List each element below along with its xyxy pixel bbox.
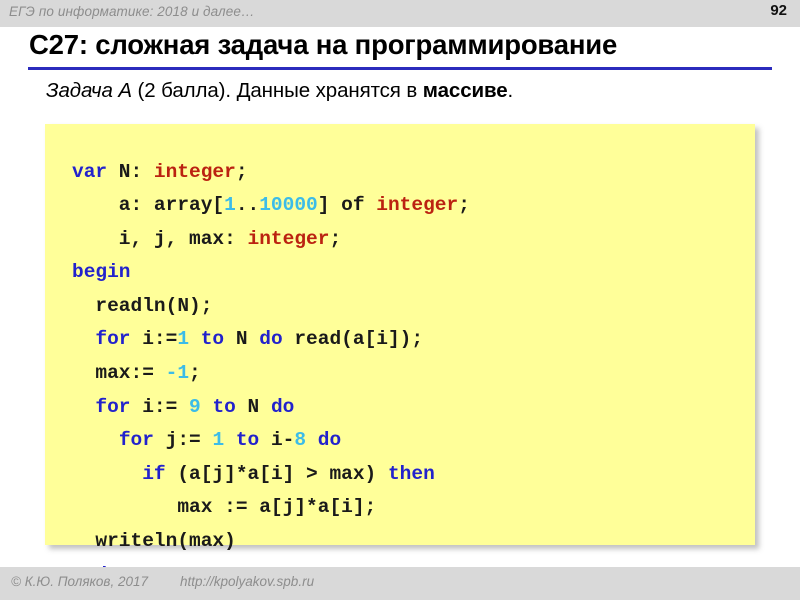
- code-token: j:=: [153, 429, 213, 452]
- code-token: 9: [189, 395, 201, 418]
- code-token: 8: [294, 429, 307, 452]
- code-token: a: array[: [72, 194, 225, 217]
- code-token: -1: [165, 362, 190, 385]
- code-token: integer: [153, 160, 236, 183]
- code-token: N: [235, 395, 271, 418]
- code-token: to: [200, 328, 225, 351]
- course-title: ЕГЭ по информатике: 2018 и далее…: [9, 4, 255, 19]
- code-line: a: array[1..10000] of integer;: [72, 194, 470, 216]
- code-line: begin: [72, 261, 131, 283]
- code-token: var: [72, 160, 108, 183]
- code-token: ;: [458, 194, 470, 217]
- code-token: for: [95, 328, 131, 351]
- code-line: writeln(max): [72, 530, 236, 553]
- code-line: if (a[j]*a[i] > max) then: [72, 463, 435, 485]
- code-listing: var N: integer; a: array[1..10000] of in…: [72, 156, 751, 593]
- page-title: C27: сложная задача на программирование: [29, 29, 618, 60]
- code-token: N: [224, 328, 260, 351]
- code-token: do: [259, 328, 283, 351]
- code-token: N:: [107, 160, 154, 183]
- code-token: then: [387, 462, 435, 485]
- task-subtitle: Задача A (2 балла). Данные хранятся в ма…: [46, 79, 513, 103]
- code-line: for i:=1 to N do read(a[i]);: [72, 328, 423, 350]
- code-panel: var N: integer; a: array[1..10000] of in…: [45, 124, 755, 586]
- task-points-text: (2 балла). Данные хранятся в: [131, 79, 423, 102]
- code-token: i:=: [130, 328, 178, 351]
- code-token: writeln(max): [72, 530, 236, 553]
- code-token: for: [118, 429, 154, 452]
- code-token: 1: [224, 194, 236, 217]
- code-token: ;: [189, 362, 201, 385]
- code-line: var N: integer;: [72, 161, 248, 183]
- code-token: do: [317, 429, 342, 452]
- code-token: integer: [376, 194, 459, 217]
- footer-bar: © К.Ю. Поляков, 2017 http://kpolyakov.sp…: [0, 567, 800, 600]
- title-divider: [28, 67, 772, 70]
- code-token: ] of: [317, 194, 377, 217]
- code-token: if: [142, 462, 166, 485]
- task-subtitle-tail: .: [507, 79, 514, 102]
- code-token: for: [95, 395, 131, 418]
- task-label: Задача A: [46, 79, 132, 102]
- code-token: (a[j]*a[i] > max): [165, 462, 388, 485]
- code-token: max := a[j]*a[i];: [72, 496, 377, 519]
- code-token: ..: [235, 194, 260, 217]
- code-line: readln(N);: [72, 295, 212, 317]
- code-line: max:= -1;: [72, 362, 201, 385]
- code-token: i-: [259, 429, 295, 452]
- code-token: ;: [329, 227, 342, 250]
- code-token: begin: [72, 261, 131, 284]
- header-bar: ЕГЭ по информатике: 2018 и далее… 92: [0, 0, 800, 27]
- code-token: i, j, max:: [72, 227, 248, 250]
- code-token: integer: [247, 227, 330, 250]
- code-line: max := a[j]*a[i];: [72, 496, 376, 518]
- task-emphasis: массиве: [422, 79, 508, 102]
- code-token: to: [212, 395, 236, 418]
- code-token: 1: [177, 328, 190, 351]
- code-token: ;: [235, 160, 248, 183]
- code-line: for i:= 9 to N do: [72, 396, 294, 418]
- code-token: 10000: [259, 194, 318, 217]
- code-line: i, j, max: integer;: [72, 228, 341, 250]
- code-token: i:=: [130, 395, 190, 418]
- code-line: for j:= 1 to i-8 do: [72, 429, 341, 451]
- copyright-text: © К.Ю. Поляков, 2017: [11, 574, 148, 589]
- code-token: 1: [212, 429, 225, 452]
- website-url[interactable]: http://kpolyakov.spb.ru: [180, 574, 314, 589]
- slide-number: 92: [770, 2, 787, 19]
- code-token: to: [235, 429, 260, 452]
- code-token: readln(N);: [72, 294, 213, 317]
- code-token: read(a[i]);: [282, 328, 424, 351]
- code-token: max:=: [72, 362, 166, 385]
- code-token: do: [270, 395, 295, 418]
